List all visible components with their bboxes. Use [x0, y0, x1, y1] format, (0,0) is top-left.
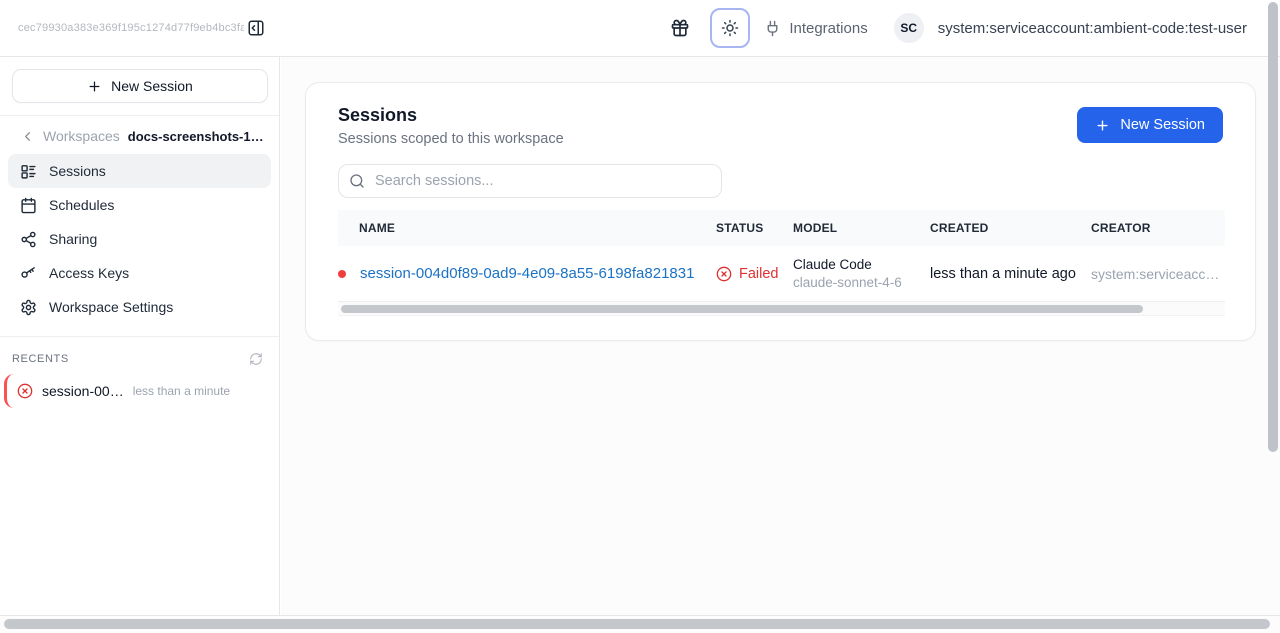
- table-scrollbar-thumb[interactable]: [341, 305, 1143, 313]
- plus-icon: [1095, 118, 1110, 133]
- sessions-card-titles: Sessions Sessions scoped to this workspa…: [338, 105, 564, 147]
- recent-session-time: less than a minute: [133, 384, 230, 398]
- chevron-left-icon: [20, 129, 35, 144]
- status-dot-icon: [338, 270, 346, 278]
- plus-icon: [87, 79, 102, 94]
- column-header-name: NAME: [338, 221, 716, 235]
- page-horizontal-scrollbar[interactable]: [0, 616, 1280, 633]
- failed-status-icon: [17, 383, 33, 399]
- integrations-label: Integrations: [789, 20, 867, 37]
- top-header: cec79930a383e369f195c1274d77f9eb4bc3fa19: [0, 0, 1280, 57]
- table-header-row: NAME STATUS MODEL CREATED CREATOR: [338, 210, 1225, 246]
- status-badge: Failed: [716, 266, 793, 282]
- refresh-icon: [249, 352, 263, 366]
- username: system:serviceaccount:ambient-code:test-…: [938, 20, 1247, 37]
- header-toolbar: Integrations SC system:serviceaccount:am…: [280, 8, 1280, 48]
- gift-button[interactable]: [664, 12, 696, 44]
- sessions-table: NAME STATUS MODEL CREATED CREATOR sessio…: [338, 210, 1225, 302]
- workspace-name: docs-screenshots-17…: [128, 129, 267, 144]
- column-header-status: STATUS: [716, 221, 793, 235]
- integrations-button[interactable]: Integrations: [764, 20, 867, 37]
- avatar-initials: SC: [900, 21, 917, 35]
- page-title: Sessions: [338, 105, 564, 126]
- workspace-switcher: Workspaces docs-screenshots-17…: [0, 116, 279, 152]
- sun-icon: [721, 19, 739, 37]
- panel-collapse-icon: [247, 19, 265, 37]
- table-row: session-004d0f89-0ad9-4e09-8a55-6198fa82…: [338, 246, 1225, 302]
- session-creator-cell: system:serviceacco…: [1091, 266, 1225, 282]
- column-header-creator: CREATOR: [1091, 221, 1225, 235]
- workspaces-back-button[interactable]: [20, 129, 35, 144]
- sidebar-item-workspace-settings[interactable]: Workspace Settings: [8, 290, 271, 324]
- main-content: Sessions Sessions scoped to this workspa…: [281, 57, 1280, 615]
- share-icon: [20, 231, 37, 248]
- search-input[interactable]: [338, 164, 722, 198]
- model-display-name: Claude Code: [793, 257, 930, 272]
- status-text: Failed: [739, 266, 779, 282]
- new-session-label: New Session: [1120, 117, 1205, 133]
- recents-header: RECENTS: [0, 336, 279, 374]
- key-icon: [20, 265, 37, 282]
- sidebar-item-label: Sharing: [49, 231, 97, 247]
- failed-status-icon: [716, 266, 732, 282]
- session-model-cell: Claude Code claude-sonnet-4-6: [793, 257, 930, 290]
- sidebar-new-session-button[interactable]: New Session: [12, 69, 268, 103]
- sidebar-nav: Sessions Schedules Sharing: [0, 152, 279, 324]
- sidebar-item-schedules[interactable]: Schedules: [8, 188, 271, 222]
- table-horizontal-scrollbar[interactable]: [338, 302, 1225, 316]
- session-created-cell: less than a minute ago: [930, 266, 1091, 282]
- sidebar-item-sessions[interactable]: Sessions: [8, 154, 271, 188]
- sessions-list-icon: [20, 163, 37, 180]
- page-subtitle: Sessions scoped to this workspace: [338, 131, 564, 147]
- plug-icon: [764, 20, 781, 37]
- model-id: claude-sonnet-4-6: [793, 275, 930, 290]
- page-vertical-scrollbar[interactable]: [1267, 0, 1280, 616]
- sidebar-item-label: Schedules: [49, 197, 114, 213]
- column-header-model: MODEL: [793, 221, 930, 235]
- page-horizontal-scrollbar-thumb[interactable]: [4, 619, 1270, 629]
- sidebar-new-session-label: New Session: [111, 78, 193, 94]
- session-status-cell: Failed: [716, 266, 793, 282]
- gear-icon: [20, 299, 37, 316]
- workspace-hash: cec79930a383e369f195c1274d77f9eb4bc3fa19: [18, 22, 244, 34]
- sidebar-header: cec79930a383e369f195c1274d77f9eb4bc3fa19: [0, 0, 280, 56]
- sidebar: New Session Workspaces docs-screenshots-…: [0, 57, 280, 615]
- recents-refresh-button[interactable]: [249, 352, 263, 366]
- session-link[interactable]: session-004d0f89-0ad9-4e09-8a55-6198fa82…: [360, 265, 694, 282]
- theme-toggle-button[interactable]: [710, 8, 750, 48]
- sessions-card: Sessions Sessions scoped to this workspa…: [305, 82, 1256, 341]
- sidebar-item-label: Sessions: [49, 163, 106, 179]
- calendar-icon: [20, 197, 37, 214]
- sidebar-item-label: Access Keys: [49, 265, 129, 281]
- avatar[interactable]: SC: [894, 13, 924, 43]
- sidebar-item-label: Workspace Settings: [49, 299, 173, 315]
- session-name-cell: session-004d0f89-0ad9-4e09-8a55-6198fa82…: [338, 265, 716, 282]
- gift-icon: [670, 18, 690, 38]
- sidebar-item-sharing[interactable]: Sharing: [8, 222, 271, 256]
- recents-label: RECENTS: [12, 353, 69, 365]
- recent-session-name: session-00…: [42, 383, 124, 399]
- workspaces-label[interactable]: Workspaces: [43, 128, 120, 144]
- search-container: [338, 164, 722, 198]
- recent-session-item[interactable]: session-00… less than a minute: [4, 374, 271, 408]
- page-vertical-scrollbar-thumb[interactable]: [1268, 2, 1278, 452]
- sessions-card-header: Sessions Sessions scoped to this workspa…: [306, 83, 1255, 147]
- sidebar-collapse-button[interactable]: [246, 18, 266, 38]
- column-header-created: CREATED: [930, 221, 1091, 235]
- sidebar-item-access-keys[interactable]: Access Keys: [8, 256, 271, 290]
- search-icon: [349, 173, 365, 189]
- new-session-button[interactable]: New Session: [1077, 107, 1223, 143]
